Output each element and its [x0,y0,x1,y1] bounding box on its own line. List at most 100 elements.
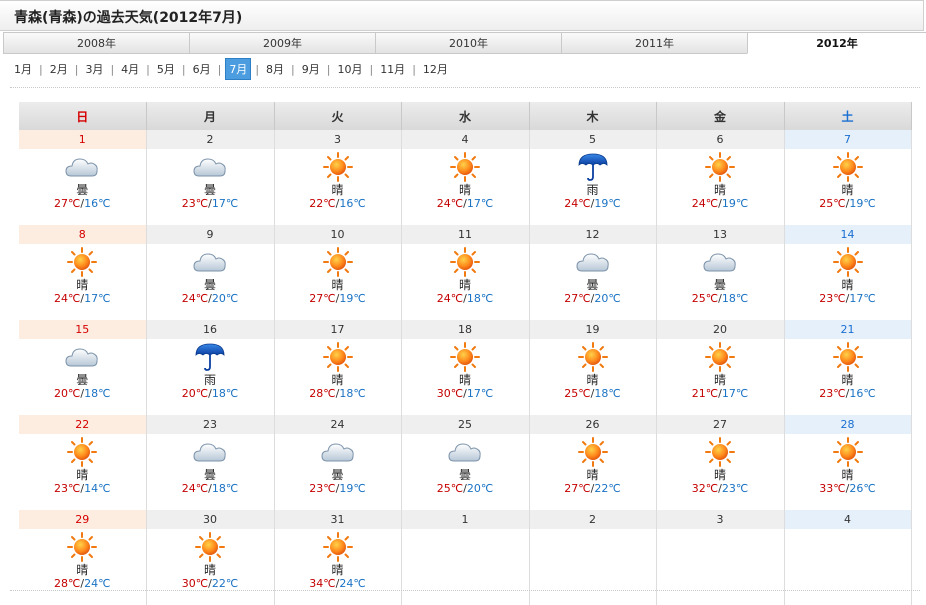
temperature: 23℃/17℃ [785,292,911,305]
weather-label: 晴 [76,278,89,292]
day-content: 晴 23℃/16℃ [785,342,911,415]
day-cell: 11 晴 24℃/18℃ [401,225,530,320]
low-temp: 18℃ [466,292,494,305]
year-tab[interactable]: 2010年 [375,32,561,54]
cloud-icon [448,443,481,462]
day-cell: 5 雨 24℃/19℃ [529,130,657,225]
month-separator: | [39,62,43,76]
month-link[interactable]: 2月 [47,59,71,79]
high-temp: 23℃ [54,482,81,495]
low-temp: 14℃ [84,482,111,495]
temperature: 25℃/20℃ [402,482,529,495]
high-temp: 24℃ [436,197,464,210]
month-link[interactable]: 11月 [377,59,408,79]
low-temp: 23℃ [721,482,749,495]
low-temp: 16℃ [849,387,876,400]
day-cell: 1 曇 27℃/16℃ [19,130,147,225]
high-temp: 24℃ [436,292,464,305]
month-link[interactable]: 10月 [334,59,365,79]
weather-label: 曇 [331,468,344,482]
year-tab[interactable]: 2012年 [747,32,926,54]
weekday-header: 土 [784,102,912,130]
high-temp: 23℃ [181,197,209,210]
month-separator: | [181,62,186,76]
year-tab[interactable]: 2011年 [561,32,747,54]
weekday-header: 水 [401,102,530,130]
sun-icon [832,152,863,182]
month-link[interactable]: 4月 [118,59,142,79]
high-temp: 24℃ [181,292,209,305]
weather-label: 晴 [331,563,344,577]
year-tab[interactable]: 2008年 [3,32,189,54]
high-temp: 20℃ [54,387,81,400]
weather-label: 晴 [76,563,89,577]
day-number: 14 [784,225,911,244]
day-number: 4 [784,510,911,529]
day-number: 1 [401,510,529,529]
temperature: 30℃/17℃ [402,387,529,400]
high-temp: 23℃ [819,292,846,305]
month-link[interactable]: 7月 [225,58,252,80]
day-content [785,529,911,602]
high-temp: 20℃ [181,387,209,400]
weather-label: 晴 [458,183,471,197]
month-link[interactable]: 3月 [82,59,106,79]
weekday-header: 金 [656,102,785,130]
day-content: 晴 25℃/18℃ [530,342,656,415]
day-content: 晴 33℃/26℃ [785,437,911,510]
month-link[interactable]: 6月 [190,59,214,79]
weather-label: 曇 [203,468,216,482]
low-temp: 24℃ [339,577,366,590]
day-cell: 19 晴 25℃/18℃ [529,320,657,415]
weekday-header: 木 [529,102,657,130]
umbrella-icon [578,153,607,181]
cloud-icon [703,253,736,272]
month-link[interactable]: 5月 [154,59,178,79]
day-content: 晴 30℃/22℃ [147,532,274,605]
low-temp: 17℃ [849,292,876,305]
month-link[interactable]: 8月 [263,59,287,79]
day-number: 19 [529,320,656,339]
temperature: 20℃/18℃ [19,387,146,400]
temperature: 27℃/19℃ [275,292,401,305]
high-temp: 28℃ [309,387,336,400]
low-temp: 24℃ [84,577,111,590]
day-number: 24 [274,415,401,434]
divider [10,590,920,591]
low-temp: 17℃ [466,197,494,210]
high-temp: 30℃ [181,577,209,590]
day-content: 曇 23℃/17℃ [147,152,274,225]
temperature: 27℃/20℃ [530,292,656,305]
sun-icon [322,532,353,562]
day-cell: 25 曇 25℃/20℃ [401,415,530,510]
high-temp: 27℃ [54,197,81,210]
low-temp: 18℃ [211,482,239,495]
low-temp: 22℃ [211,577,239,590]
day-cell: 17 晴 28℃/18℃ [274,320,402,415]
low-temp: 19℃ [594,197,621,210]
weather-label: 雨 [586,183,599,197]
day-content [402,529,529,602]
low-temp: 17℃ [466,387,494,400]
high-temp: 25℃ [436,482,464,495]
weather-label: 晴 [841,278,854,292]
low-temp: 22℃ [594,482,621,495]
low-temp: 18℃ [339,387,366,400]
high-temp: 27℃ [564,292,591,305]
day-number: 2 [529,510,656,529]
month-link[interactable]: 12月 [420,59,451,79]
title-bar: 青森(青森)の過去天気(2012年7月) [0,0,924,31]
day-cell: 27 晴 32℃/23℃ [656,415,785,510]
high-temp: 24℃ [691,197,719,210]
year-tab[interactable]: 2009年 [189,32,375,54]
day-number: 25 [401,415,529,434]
day-number: 10 [274,225,401,244]
low-temp: 18℃ [594,387,621,400]
weather-label: 晴 [713,373,726,387]
day-cell: 12 曇 27℃/20℃ [529,225,657,320]
temperature: 32℃/23℃ [657,482,784,495]
day-cell: 14 晴 23℃/17℃ [784,225,912,320]
weather-label: 曇 [713,278,726,292]
month-link[interactable]: 9月 [299,59,323,79]
month-link[interactable]: 1月 [11,59,35,79]
